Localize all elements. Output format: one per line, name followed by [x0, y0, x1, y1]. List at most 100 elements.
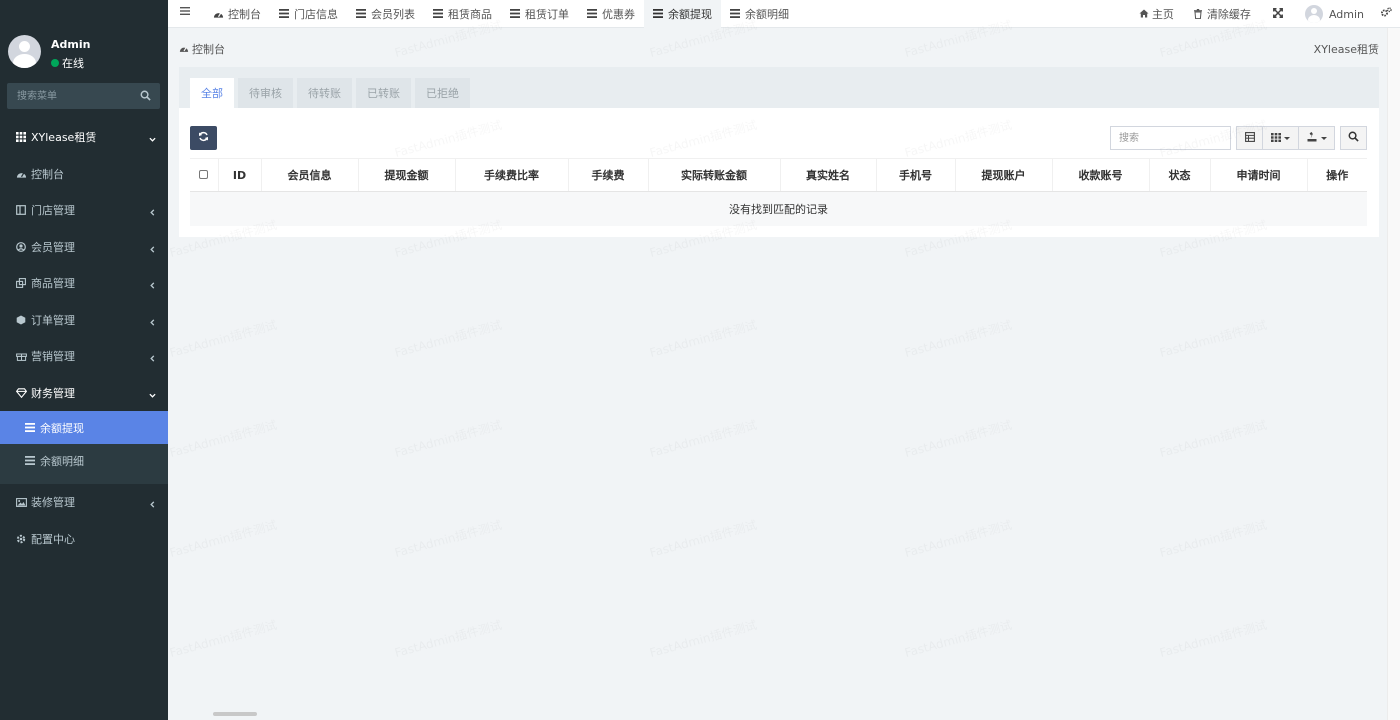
list-icon — [24, 455, 36, 467]
breadcrumb-label: 控制台 — [192, 43, 225, 56]
home-link[interactable]: 主页 — [1129, 0, 1184, 28]
user-panel: Admin 在线 — [0, 0, 168, 109]
search-icon — [1348, 131, 1359, 145]
sidebar-item-label: 余额提现 — [40, 421, 84, 435]
avatar[interactable] — [8, 35, 41, 68]
user-status: 在线 — [51, 55, 84, 71]
tab-store-info[interactable]: 门店信息 — [270, 0, 347, 28]
export-icon — [1307, 131, 1318, 145]
sidebar-item-label: 财务管理 — [31, 386, 75, 400]
column-header-fee[interactable]: 手续费 — [567, 158, 648, 192]
filter-tab-rejected[interactable]: 已拒绝 — [415, 78, 470, 108]
tab-withdraw[interactable]: 余额提现 — [644, 0, 721, 28]
clone-icon — [15, 277, 27, 289]
sidebar-item-store[interactable]: 门店管理 — [0, 192, 168, 229]
sidebar-item-products[interactable]: 商品管理 — [0, 265, 168, 302]
column-header-actual-amount[interactable]: 实际转账金额 — [647, 158, 780, 192]
sidebar-item-xylease[interactable]: XYlease租赁 — [0, 119, 168, 156]
header-right: 主页 清除缓存 Admin — [1129, 0, 1400, 28]
sidebar-item-withdraw[interactable]: 余额提现 — [0, 411, 168, 444]
chevron-left-icon — [149, 279, 156, 289]
advanced-search-button[interactable] — [1340, 126, 1367, 150]
main-content: 控制台 XYlease租赁 全部 待审核 待转账 已转账 已拒绝 I — [168, 29, 1387, 709]
filter-tab-all[interactable]: 全部 — [190, 78, 234, 108]
settings-button[interactable] — [1378, 0, 1400, 28]
sidebar-search — [7, 83, 160, 109]
chevron-left-icon — [149, 352, 156, 362]
picture-icon — [15, 496, 27, 508]
toolbar-right — [1110, 126, 1367, 150]
select-all-checkbox[interactable] — [199, 169, 209, 179]
columns-dropdown-button[interactable] — [1263, 126, 1299, 150]
chevron-left-icon — [149, 206, 156, 216]
admin-menu[interactable]: Admin — [1295, 0, 1378, 28]
horizontal-scrollbar[interactable] — [180, 709, 1380, 720]
column-header-real-name[interactable]: 真实姓名 — [779, 158, 876, 192]
sidebar-item-members[interactable]: 会员管理 — [0, 229, 168, 266]
top-header: 控制台 门店信息 会员列表 租赁商品 租赁订单 优惠券 余额提现 余额明细 主页… — [168, 0, 1400, 28]
filter-tab-pending-transfer[interactable]: 待转账 — [297, 78, 352, 108]
cog-icon — [15, 533, 27, 545]
sidebar-item-label: 控制台 — [31, 167, 64, 181]
clear-cache-button[interactable]: 清除缓存 — [1184, 0, 1261, 28]
tab-rental-orders[interactable]: 租赁订单 — [501, 0, 578, 28]
avatar — [1304, 5, 1323, 23]
chevron-left-icon — [149, 316, 156, 326]
table-empty-row: 没有找到匹配的记录 — [190, 191, 1367, 226]
tab-label: 会员列表 — [371, 8, 415, 21]
column-header-fee-rate[interactable]: 手续费比率 — [454, 158, 568, 192]
tab-dashboard[interactable]: 控制台 — [204, 0, 270, 28]
filter-tab-pending-review[interactable]: 待审核 — [238, 78, 293, 108]
list-icon — [510, 9, 521, 19]
list-icon — [433, 9, 444, 19]
column-header-withdraw-account[interactable]: 提现账户 — [954, 158, 1052, 192]
home-icon — [1139, 9, 1149, 19]
trash-icon — [1193, 9, 1204, 19]
tab-member-list[interactable]: 会员列表 — [347, 0, 424, 28]
fullscreen-button[interactable] — [1261, 0, 1295, 28]
refresh-button[interactable] — [190, 126, 217, 150]
dashboard-icon — [15, 168, 27, 180]
grid-icon — [15, 131, 27, 143]
chevron-left-icon — [149, 243, 156, 253]
sidebar-item-dashboard[interactable]: 控制台 — [0, 156, 168, 193]
export-dropdown-button[interactable] — [1299, 126, 1335, 150]
sidebar-item-decoration[interactable]: 装修管理 — [0, 484, 168, 521]
sidebar-item-marketing[interactable]: 营销管理 — [0, 338, 168, 375]
table-header-row: ID 会员信息 提现金额 手续费比率 手续费 实际转账金额 真实姓名 手机号 提… — [190, 158, 1367, 192]
toggle-view-button[interactable] — [1236, 126, 1263, 150]
search-icon[interactable] — [140, 90, 152, 102]
admin-label: Admin — [1328, 7, 1364, 21]
breadcrumb: 控制台 — [179, 41, 225, 57]
column-header-actions: 操作 — [1306, 158, 1367, 192]
sidebar-item-finance[interactable]: 财务管理 — [0, 375, 168, 412]
tab-rental-goods[interactable]: 租赁商品 — [424, 0, 501, 28]
column-header-member-info[interactable]: 会员信息 — [260, 158, 358, 192]
column-header-phone[interactable]: 手机号 — [875, 158, 955, 192]
table-search-input[interactable] — [1110, 126, 1231, 150]
scrollbar-thumb[interactable] — [213, 712, 257, 716]
withdraw-table: ID 会员信息 提现金额 手续费比率 手续费 实际转账金额 真实姓名 手机号 提… — [190, 158, 1367, 226]
dashboard-icon — [179, 44, 189, 54]
tab-coupons[interactable]: 优惠券 — [578, 0, 644, 28]
filter-tab-transferred[interactable]: 已转账 — [356, 78, 411, 108]
sidebar-item-config[interactable]: 配置中心 — [0, 521, 168, 558]
sidebar-search-input[interactable] — [7, 83, 127, 109]
tab-balance-detail[interactable]: 余额明细 — [721, 0, 798, 28]
chevron-down-icon — [149, 389, 156, 398]
column-header-status[interactable]: 状态 — [1148, 158, 1210, 192]
sidebar-item-balance-detail[interactable]: 余额明细 — [0, 444, 168, 477]
withdraw-panel: 全部 待审核 待转账 已转账 已拒绝 ID 会员信息 提现金额 — [179, 67, 1379, 237]
column-header-receive-account[interactable]: 收款账号 — [1051, 158, 1149, 192]
column-header-amount[interactable]: 提现金额 — [357, 158, 455, 192]
store-icon — [15, 204, 27, 216]
column-header-id[interactable]: ID — [217, 158, 261, 192]
sidebar-item-label: 营销管理 — [31, 350, 75, 364]
fullscreen-icon — [1272, 7, 1283, 21]
select-all-cell — [190, 158, 218, 192]
nav-tabs: 控制台 门店信息 会员列表 租赁商品 租赁订单 优惠券 余额提现 余额明细 — [204, 0, 798, 28]
column-header-apply-time[interactable]: 申请时间 — [1209, 158, 1307, 192]
vertical-scrollbar[interactable] — [1387, 28, 1400, 720]
hamburger-menu-icon[interactable] — [180, 5, 192, 19]
sidebar-item-orders[interactable]: 订单管理 — [0, 302, 168, 339]
